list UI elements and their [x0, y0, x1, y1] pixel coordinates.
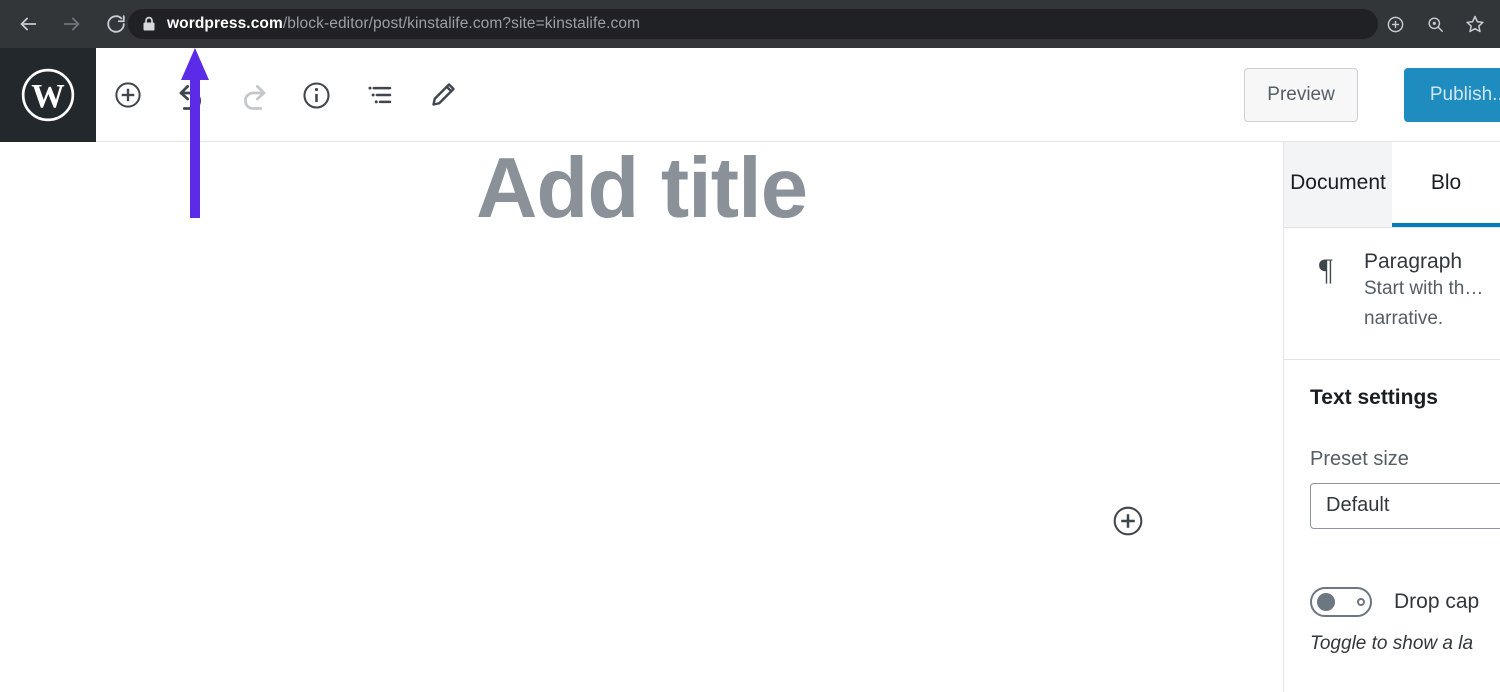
- block-info-card: ¶ Paragraph Start with th… narrative.: [1284, 228, 1500, 360]
- paragraph-pilcrow-icon: ¶: [1310, 250, 1342, 335]
- screen: wordpress.com/block-editor/post/kinstali…: [0, 0, 1500, 692]
- url-text: wordpress.com/block-editor/post/kinstali…: [167, 15, 640, 33]
- lock-icon: [142, 16, 156, 32]
- text-settings-panel: Text settings Preset size Default Drop c…: [1284, 360, 1500, 655]
- editor-toolbar: [96, 48, 474, 142]
- block-navigation-button[interactable]: [348, 48, 411, 142]
- editor-header: W Preview Publish.: [0, 48, 1500, 142]
- edit-mode-button[interactable]: [411, 48, 474, 142]
- editor-actions: Preview Publish...: [1244, 48, 1500, 142]
- text-settings-title: Text settings: [1310, 385, 1438, 409]
- svg-text:¶: ¶: [1319, 254, 1333, 286]
- toggle-knob: [1317, 592, 1335, 611]
- tab-document[interactable]: Document: [1284, 142, 1392, 227]
- preset-size-label: Preset size: [1310, 447, 1409, 470]
- address-bar[interactable]: wordpress.com/block-editor/post/kinstali…: [128, 9, 1378, 39]
- browser-actions: [1378, 0, 1492, 48]
- wordpress-logo-icon[interactable]: W: [0, 48, 96, 142]
- back-icon[interactable]: [8, 4, 48, 44]
- block-info-text: Paragraph Start with th… narrative.: [1364, 250, 1500, 335]
- browser-toolbar: wordpress.com/block-editor/post/kinstali…: [0, 0, 1500, 48]
- drop-cap-label: Drop cap: [1394, 589, 1480, 613]
- forward-icon[interactable]: [52, 4, 92, 44]
- preview-button[interactable]: Preview: [1244, 68, 1358, 122]
- drop-cap-toggle[interactable]: [1310, 586, 1372, 617]
- publish-button[interactable]: Publish...: [1403, 68, 1500, 122]
- drop-cap-row: Drop cap: [1310, 586, 1500, 617]
- content-info-button[interactable]: [285, 48, 348, 142]
- tab-block[interactable]: Blo: [1392, 142, 1500, 227]
- drop-cap-help-text: Toggle to show a la: [1310, 632, 1474, 654]
- preset-size-select[interactable]: Default: [1310, 482, 1500, 529]
- block-description: Start with th… narrative.: [1364, 278, 1484, 330]
- post-title-input[interactable]: Add title: [0, 142, 1283, 236]
- svg-text:W: W: [31, 78, 64, 115]
- add-block-button[interactable]: [96, 48, 159, 142]
- install-app-icon[interactable]: [1378, 7, 1412, 41]
- undo-button[interactable]: [159, 48, 222, 142]
- toggle-dot: [1357, 597, 1365, 606]
- bookmark-star-icon[interactable]: [1458, 7, 1492, 41]
- block-title: Paragraph: [1364, 250, 1463, 273]
- zoom-search-icon[interactable]: [1418, 7, 1452, 41]
- settings-sidebar: Document Blo ¶ Paragraph Start with th… …: [1283, 142, 1500, 692]
- browser-nav-buttons: [8, 0, 136, 48]
- block-inserter-icon[interactable]: [1111, 504, 1145, 538]
- sidebar-tablist: Document Blo: [1284, 142, 1500, 228]
- url-host: wordpress.com: [167, 15, 283, 32]
- url-path: /block-editor/post/kinstalife.com?site=k…: [282, 15, 641, 32]
- redo-button[interactable]: [222, 48, 285, 142]
